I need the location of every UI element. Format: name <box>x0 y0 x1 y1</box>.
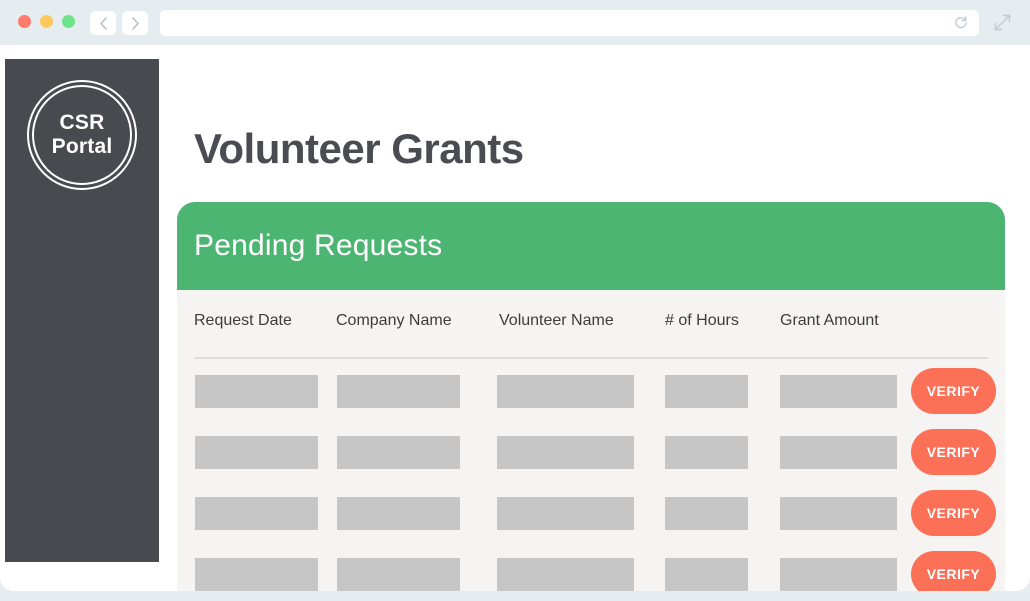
cell-placeholder <box>337 558 460 591</box>
table-row: VERIFY <box>177 551 1005 591</box>
maximize-window-button[interactable] <box>62 15 75 28</box>
logo-text: CSR Portal <box>27 80 137 190</box>
cell-placeholder <box>337 497 460 530</box>
cell-placeholder <box>497 436 634 469</box>
chevron-left-icon <box>99 16 108 30</box>
cell-placeholder <box>195 497 318 530</box>
table-row: VERIFY <box>177 490 1005 558</box>
browser-nav-buttons <box>90 11 148 35</box>
close-window-button[interactable] <box>18 15 31 28</box>
screenshot-root: CSR Portal Volunteer Grants Pending Requ… <box>0 0 1030 601</box>
browser-titlebar <box>0 0 1030 45</box>
column-header-0: Request Date <box>194 312 292 329</box>
table-row: VERIFY <box>177 368 1005 436</box>
cell-placeholder <box>337 436 460 469</box>
cell-placeholder <box>195 375 318 408</box>
verify-button[interactable]: VERIFY <box>911 429 996 475</box>
address-bar[interactable] <box>160 10 979 36</box>
cell-placeholder <box>780 375 897 408</box>
page-title: Volunteer Grants <box>194 125 524 172</box>
logo-text-line2: Portal <box>51 135 113 158</box>
pending-requests-card: Pending Requests Request Date Company Nam… <box>177 202 1005 591</box>
cell-placeholder <box>780 436 897 469</box>
column-header-4: Grant Amount <box>780 312 879 329</box>
cell-placeholder <box>497 375 634 408</box>
cell-placeholder <box>195 436 318 469</box>
page-viewport: CSR Portal Volunteer Grants Pending Requ… <box>0 45 1030 591</box>
cell-placeholder <box>497 497 634 530</box>
cell-placeholder <box>497 558 634 591</box>
chevron-right-icon <box>131 16 140 30</box>
table-header-divider <box>194 357 988 359</box>
cell-placeholder <box>665 436 748 469</box>
sidebar: CSR Portal <box>5 59 159 562</box>
column-header-1: Company Name <box>336 312 452 329</box>
expand-icon[interactable] <box>993 13 1012 32</box>
card-header-title: Pending Requests <box>194 229 443 262</box>
minimize-window-button[interactable] <box>40 15 53 28</box>
forward-button[interactable] <box>122 11 148 35</box>
cell-placeholder <box>665 558 748 591</box>
verify-button[interactable]: VERIFY <box>911 551 996 591</box>
cell-placeholder <box>780 558 897 591</box>
back-button[interactable] <box>90 11 116 35</box>
table-row: VERIFY <box>177 429 1005 497</box>
cell-placeholder <box>195 558 318 591</box>
reload-icon[interactable] <box>954 16 968 30</box>
cell-placeholder <box>780 497 897 530</box>
table-header-row: Request Date Company Name Volunteer Name # … <box>177 290 1005 357</box>
column-header-3: # of Hours <box>665 312 739 329</box>
verify-button[interactable]: VERIFY <box>911 368 996 414</box>
verify-button[interactable]: VERIFY <box>911 490 996 536</box>
traffic-lights <box>18 15 75 28</box>
cell-placeholder <box>665 497 748 530</box>
card-header: Pending Requests <box>177 202 1005 290</box>
csr-portal-logo[interactable]: CSR Portal <box>27 80 137 190</box>
cell-placeholder <box>337 375 460 408</box>
logo-text-line1: CSR <box>59 110 105 134</box>
cell-placeholder <box>665 375 748 408</box>
browser-window: CSR Portal Volunteer Grants Pending Requ… <box>0 0 1030 591</box>
column-header-2: Volunteer Name <box>499 312 614 329</box>
